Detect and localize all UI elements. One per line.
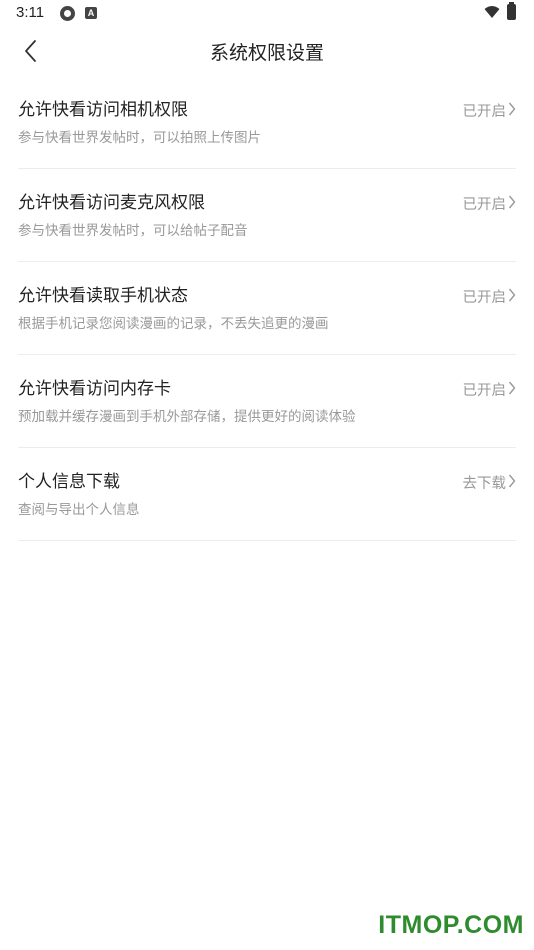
list-item-phone-state-permission[interactable]: 允许快看读取手机状态 根据手机记录您阅读漫画的记录，不丢失追更的漫画 已开启 bbox=[18, 262, 516, 355]
item-title: 允许快看访问麦克风权限 bbox=[18, 193, 205, 213]
item-title: 允许快看读取手机状态 bbox=[18, 286, 188, 306]
permission-list: 允许快看访问相机权限 参与快看世界发帖时，可以拍照上传图片 已开启 允许快看访问… bbox=[18, 76, 516, 541]
item-description: 根据手机记录您阅读漫画的记录，不丢失追更的漫画 bbox=[18, 316, 329, 332]
item-status: 已开启 bbox=[462, 197, 507, 213]
chevron-right-icon bbox=[508, 102, 516, 116]
watermark: ITMOP.COM bbox=[378, 911, 524, 939]
item-status: 已开启 bbox=[462, 104, 507, 120]
item-title: 个人信息下载 bbox=[18, 472, 120, 492]
chevron-right-icon bbox=[508, 381, 516, 395]
status-bar: 3:11 A bbox=[0, 0, 534, 28]
item-status: 去下载 bbox=[462, 476, 507, 492]
list-item-storage-permission[interactable]: 允许快看访问内存卡 预加载并缓存漫画到手机外部存储，提供更好的阅读体验 已开启 bbox=[18, 355, 516, 448]
chevron-right-icon bbox=[508, 195, 516, 209]
notification-app-icon bbox=[60, 6, 75, 21]
list-item-camera-permission[interactable]: 允许快看访问相机权限 参与快看世界发帖时，可以拍照上传图片 已开启 bbox=[18, 76, 516, 169]
item-title: 允许快看访问内存卡 bbox=[18, 379, 171, 399]
item-description: 参与快看世界发帖时，可以拍照上传图片 bbox=[18, 130, 261, 146]
list-item-microphone-permission[interactable]: 允许快看访问麦克风权限 参与快看世界发帖时，可以给帖子配音 已开启 bbox=[18, 169, 516, 262]
item-title: 允许快看访问相机权限 bbox=[18, 100, 188, 120]
item-description: 预加载并缓存漫画到手机外部存储，提供更好的阅读体验 bbox=[18, 409, 356, 425]
chevron-right-icon bbox=[508, 474, 516, 488]
list-item-personal-info-download[interactable]: 个人信息下载 查阅与导出个人信息 去下载 bbox=[18, 448, 516, 541]
wifi-icon bbox=[484, 6, 500, 18]
battery-icon bbox=[507, 2, 516, 20]
page-title: 系统权限设置 bbox=[209, 42, 324, 64]
item-description: 参与快看世界发帖时，可以给帖子配音 bbox=[18, 223, 248, 239]
item-status: 已开启 bbox=[462, 383, 507, 399]
notification-letter-icon: A bbox=[85, 7, 97, 19]
item-status: 已开启 bbox=[462, 290, 507, 306]
status-time: 3:11 bbox=[16, 4, 45, 21]
chevron-right-icon bbox=[508, 288, 516, 302]
item-description: 查阅与导出个人信息 bbox=[18, 502, 140, 518]
header: 系统权限设置 bbox=[0, 28, 534, 74]
